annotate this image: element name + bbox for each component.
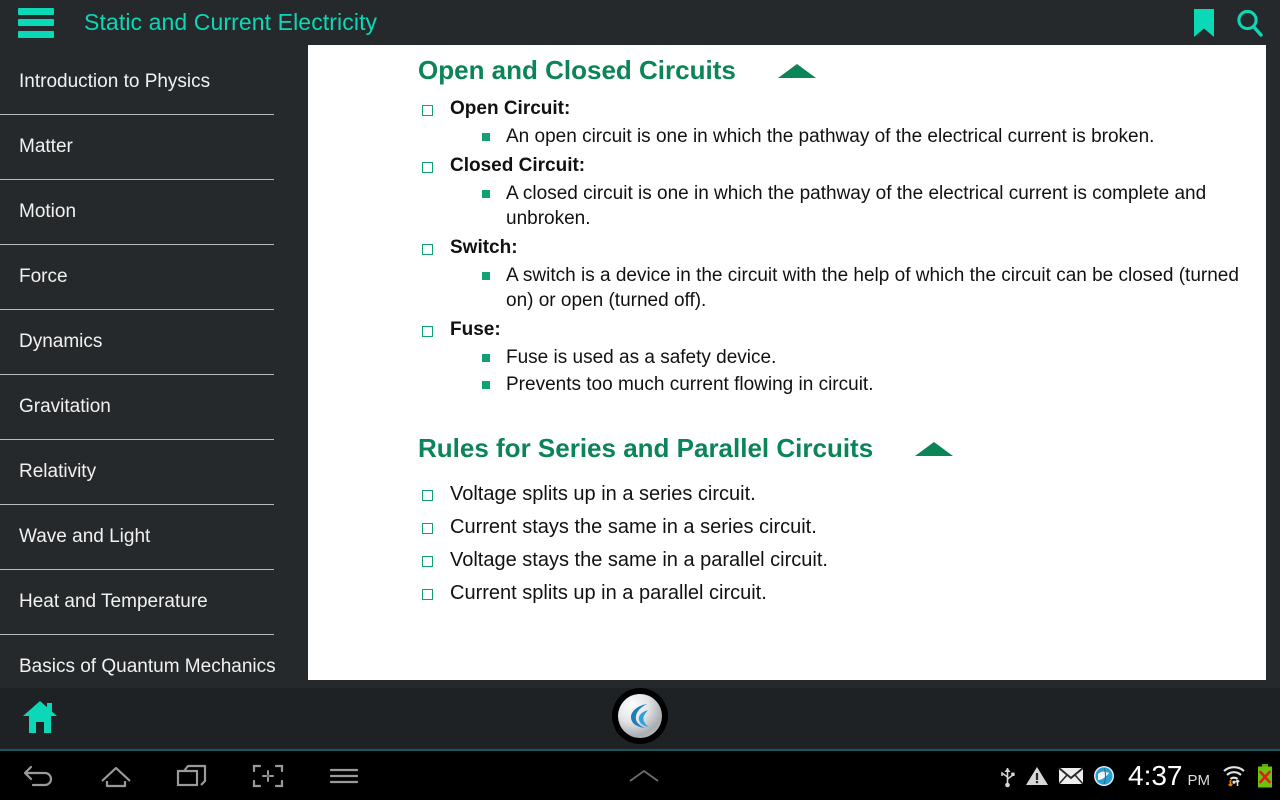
top-bar-actions (1188, 0, 1266, 45)
list-item: A closed circuit is one in which the pat… (478, 181, 1266, 231)
collapse-triangle-icon[interactable] (777, 63, 816, 78)
system-tray[interactable]: 4:37 PM (999, 751, 1274, 800)
list-item: Voltage splits up in a series circuit. (418, 478, 1266, 511)
list-item: Prevents too much current flowing in cir… (478, 372, 1266, 397)
search-icon[interactable] (1234, 5, 1266, 41)
app-root: Static and Current Electricity Introduct… (0, 0, 1280, 800)
definition-list: Open Circuit: An open circuit is one in … (308, 96, 1266, 397)
sidebar[interactable]: Introduction to Physics Matter Motion Fo… (0, 45, 308, 688)
menu-glyph (329, 768, 359, 783)
sub-list: A switch is a device in the circuit with… (450, 263, 1266, 313)
sidebar-item-label: Matter (19, 135, 73, 157)
hamburger-bar (18, 30, 54, 38)
term-label: Open Circuit: (450, 98, 571, 119)
term-label: Fuse: (450, 319, 501, 340)
recents-glyph (176, 764, 207, 786)
list-item: Switch: A switch is a device in the circ… (418, 235, 1266, 313)
bookmark-glyph (1194, 8, 1214, 37)
clock-time: 4:37 (1128, 759, 1183, 791)
sidebar-item-label: Motion (19, 200, 77, 222)
section-header-rules-for-series-and-parallel-circuits: Rules for Series and Parallel Circuits (308, 433, 1266, 464)
chevron-up-glyph (629, 769, 659, 782)
sidebar-item-matter[interactable]: Matter (0, 114, 308, 179)
hamburger-bar (18, 7, 54, 15)
hamburger-icon[interactable] (18, 7, 54, 38)
sidebar-item-motion[interactable]: Motion (0, 179, 308, 244)
sidebar-item-gravitation[interactable]: Gravitation (0, 374, 308, 439)
list-item: Open Circuit: An open circuit is one in … (418, 96, 1266, 149)
sub-list: Fuse is used as a safety device. Prevent… (450, 345, 1266, 397)
home-glyph (101, 766, 131, 787)
recents-icon[interactable] (154, 751, 230, 800)
clock-ampm: PM (1187, 771, 1211, 789)
browser-glyph (1094, 765, 1114, 786)
collapse-triangle-icon[interactable] (915, 441, 954, 456)
menu-icon[interactable] (306, 751, 382, 800)
back-icon[interactable] (2, 751, 78, 800)
usb-glyph (1001, 767, 1015, 787)
sidebar-item-basics-of-quantum-mechanics[interactable]: Basics of Quantum Mechanics (0, 634, 308, 688)
screenshot-icon[interactable] (230, 751, 306, 800)
search-glyph (1237, 9, 1263, 37)
section-title: Rules for Series and Parallel Circuits (418, 433, 874, 463)
sidebar-list: Introduction to Physics Matter Motion Fo… (0, 45, 308, 688)
sidebar-item-introduction-to-physics[interactable]: Introduction to Physics (0, 49, 308, 114)
sidebar-item-heat-and-temperature[interactable]: Heat and Temperature (0, 569, 308, 634)
battery-error-icon (1256, 763, 1274, 789)
list-item: Fuse: Fuse is used as a safety device. P… (418, 317, 1266, 397)
sidebar-item-dynamics[interactable]: Dynamics (0, 309, 308, 374)
spinner-disc (618, 694, 662, 738)
home-icon[interactable] (22, 700, 58, 734)
spinner-wave-glyph (631, 704, 649, 728)
list-item: Current splits up in a parallel circuit. (418, 577, 1266, 610)
sidebar-item-label: Wave and Light (19, 525, 151, 547)
wifi-glyph (1223, 765, 1245, 787)
gmail-glyph (1058, 766, 1084, 785)
sidebar-item-label: Dynamics (19, 330, 103, 352)
page-title: Static and Current Electricity (84, 9, 378, 35)
back-glyph (23, 765, 53, 786)
sidebar-item-label: Heat and Temperature (19, 590, 208, 612)
sidebar-item-force[interactable]: Force (0, 244, 308, 309)
sidebar-item-label: Basics of Quantum Mechanics (19, 655, 276, 677)
rules-list: Voltage splits up in a series circuit. C… (308, 478, 1266, 610)
list-item: Fuse is used as a safety device. (478, 345, 1266, 370)
android-nav-bar: 4:37 PM (0, 751, 1280, 800)
hamburger-bar (18, 19, 54, 26)
home-glyph (23, 701, 57, 733)
bookmark-icon[interactable] (1188, 5, 1220, 41)
sidebar-item-label: Introduction to Physics (19, 70, 211, 92)
term-label: Closed Circuit: (450, 155, 586, 176)
list-item: An open circuit is one in which the path… (478, 124, 1266, 149)
sub-list: An open circuit is one in which the path… (450, 124, 1266, 149)
browser-icon (1093, 765, 1115, 787)
clock: 4:37 PM (1128, 760, 1210, 792)
warning-glyph (1026, 766, 1048, 785)
sidebar-item-relativity[interactable]: Relativity (0, 439, 308, 504)
section-header-open-and-closed-circuits: Open and Closed Circuits (308, 55, 1266, 86)
term-label: Switch: (450, 237, 518, 258)
warning-icon (1025, 765, 1049, 787)
list-item: A switch is a device in the circuit with… (478, 263, 1266, 313)
wifi-icon (1221, 764, 1247, 788)
sidebar-item-label: Gravitation (19, 395, 111, 417)
home-icon[interactable] (78, 751, 154, 800)
sidebar-item-wave-and-light[interactable]: Wave and Light (0, 504, 308, 569)
sub-list: A closed circuit is one in which the pat… (450, 181, 1266, 231)
screenshot-glyph (252, 764, 284, 787)
list-item: Closed Circuit: A closed circuit is one … (418, 153, 1266, 231)
list-item: Current stays the same in a series circu… (418, 511, 1266, 544)
chevron-up-icon[interactable] (604, 751, 684, 800)
list-item: Voltage stays the same in a parallel cir… (418, 544, 1266, 577)
content-panel[interactable]: Open and Closed Circuits Open Circuit: A… (308, 45, 1266, 680)
battery-glyph (1258, 763, 1272, 787)
sidebar-item-label: Force (19, 265, 68, 287)
app-top-bar: Static and Current Electricity (0, 0, 1280, 45)
app-logo-spinner-icon (612, 688, 668, 744)
gmail-icon (1058, 766, 1084, 786)
section-title: Open and Closed Circuits (418, 55, 736, 85)
usb-icon (999, 764, 1016, 788)
sidebar-item-label: Relativity (19, 460, 97, 482)
